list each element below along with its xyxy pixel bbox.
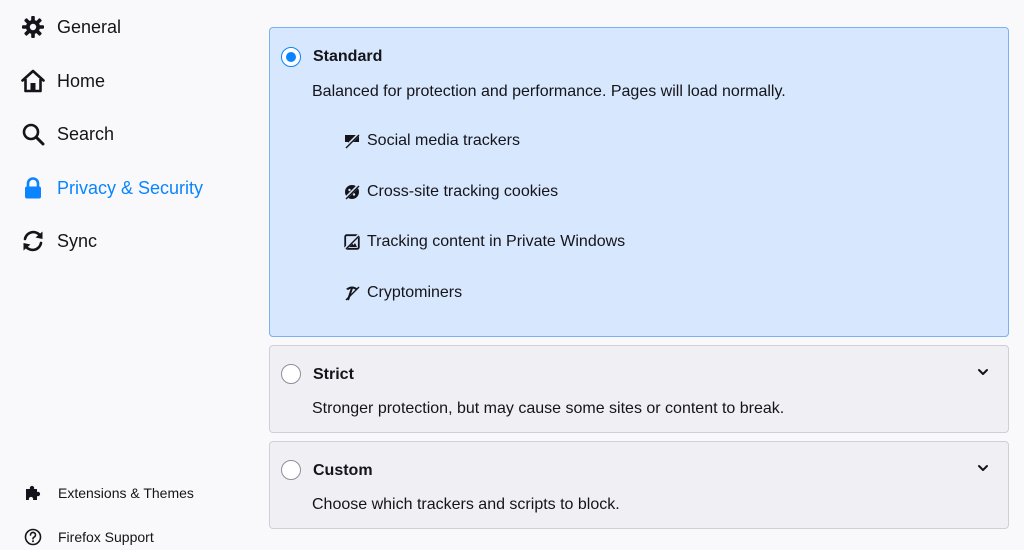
strict-title: Strict xyxy=(313,366,354,383)
tracker-label: Cross-site tracking cookies xyxy=(367,183,559,200)
standard-title: Standard xyxy=(313,48,383,65)
custom-radio[interactable] xyxy=(281,460,301,480)
sidebar-item-extensions-themes[interactable]: Extensions & Themes xyxy=(23,483,194,503)
sidebar-item-label: Privacy & Security xyxy=(57,177,204,198)
tracker-label: Social media trackers xyxy=(367,132,520,149)
custom-option[interactable]: Custom Choose which trackers and scripts… xyxy=(269,441,1009,529)
search-icon xyxy=(20,121,46,147)
tracker-item-social: Social media trackers xyxy=(343,132,520,150)
strict-option[interactable]: Strict Stronger protection, but may caus… xyxy=(269,345,1009,433)
cookie-icon xyxy=(343,183,361,201)
sidebar-item-label: Extensions & Themes xyxy=(58,485,194,501)
cryptominer-icon xyxy=(343,284,361,302)
tracker-item-cryptominers: Cryptominers xyxy=(343,284,462,302)
home-icon xyxy=(20,68,46,94)
sidebar-item-home[interactable]: Home xyxy=(20,66,105,96)
lock-icon xyxy=(20,175,46,201)
tracker-item-cookies: Cross-site tracking cookies xyxy=(343,183,558,201)
sidebar-item-firefox-support[interactable]: Firefox Support xyxy=(23,527,154,547)
tracking-content-icon xyxy=(343,233,361,251)
chevron-down-icon[interactable] xyxy=(976,365,990,379)
strict-radio[interactable] xyxy=(281,364,301,384)
tracker-item-tracking-content: Tracking content in Private Windows xyxy=(343,233,625,251)
sidebar-item-sync[interactable]: Sync xyxy=(20,226,97,256)
sync-icon xyxy=(20,228,46,254)
chevron-down-icon[interactable] xyxy=(976,461,990,475)
social-tracker-icon xyxy=(343,132,361,150)
strict-description: Stronger protection, but may cause some … xyxy=(312,400,785,417)
sidebar: General Home Search Privacy & Security S… xyxy=(0,0,240,550)
standard-description: Balanced for protection and performance.… xyxy=(312,83,786,100)
sidebar-item-label: Firefox Support xyxy=(58,529,154,545)
tracker-label: Tracking content in Private Windows xyxy=(367,233,626,250)
puzzle-icon xyxy=(23,483,43,503)
gear-icon xyxy=(20,14,46,40)
sidebar-item-privacy-security[interactable]: Privacy & Security xyxy=(20,173,203,203)
sidebar-item-search[interactable]: Search xyxy=(20,119,114,149)
sidebar-item-label: General xyxy=(57,16,122,37)
sidebar-item-label: Search xyxy=(57,123,115,144)
sidebar-item-label: Home xyxy=(57,70,106,91)
custom-description: Choose which trackers and scripts to blo… xyxy=(312,496,620,513)
standard-option[interactable]: Standard Balanced for protection and per… xyxy=(269,27,1009,337)
standard-radio[interactable] xyxy=(281,47,301,67)
sidebar-item-label: Sync xyxy=(57,230,98,251)
tracker-label: Cryptominers xyxy=(367,284,463,301)
sidebar-item-general[interactable]: General xyxy=(20,12,121,42)
custom-title: Custom xyxy=(313,462,373,479)
help-icon xyxy=(23,527,43,547)
